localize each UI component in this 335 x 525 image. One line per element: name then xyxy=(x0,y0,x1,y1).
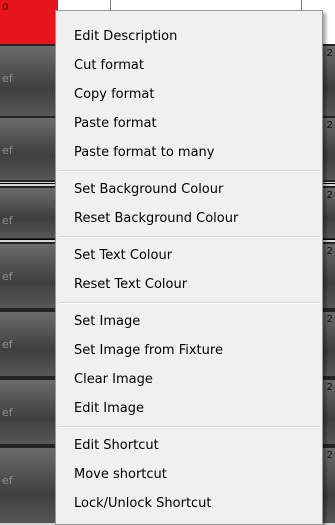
row-number: 2 xyxy=(326,314,333,325)
context-menu-list: Edit Description Cut format Copy format Pas… xyxy=(56,22,322,518)
menu-item-cut-format[interactable]: Cut format xyxy=(56,51,322,80)
cell-text-fragment: ef xyxy=(2,406,13,419)
cell-text-fragment: ef xyxy=(2,72,13,85)
menu-item-set-image[interactable]: Set Image xyxy=(56,307,322,336)
menu-item-edit-description[interactable]: Edit Description xyxy=(56,22,322,51)
cell-text-fragment: ef xyxy=(2,270,13,283)
context-menu: Edit Description Cut format Copy format Pas… xyxy=(55,10,323,525)
menu-item-reset-background-colour[interactable]: Reset Background Colour xyxy=(56,204,322,233)
tab-marker: 0 xyxy=(2,2,9,13)
menu-item-set-text-colour[interactable]: Set Text Colour xyxy=(56,241,322,270)
row-number: 2 xyxy=(326,120,333,131)
menu-separator xyxy=(58,170,320,172)
cell-text-fragment: ef xyxy=(2,474,13,487)
cell-text-fragment: ef xyxy=(2,144,13,157)
cell-text-fragment: ef xyxy=(2,338,13,351)
menu-item-copy-format[interactable]: Copy format xyxy=(56,80,322,109)
cell-text-fragment: ef xyxy=(2,214,13,227)
menu-item-paste-format-to-many[interactable]: Paste format to many xyxy=(56,138,322,167)
menu-item-reset-text-colour[interactable]: Reset Text Colour xyxy=(56,270,322,299)
menu-separator xyxy=(58,236,320,238)
menu-item-set-image-from-fixture[interactable]: Set Image from Fixture xyxy=(56,336,322,365)
menu-item-paste-format[interactable]: Paste format xyxy=(56,109,322,138)
row-number: 2 xyxy=(326,190,333,201)
selected-tab-red[interactable]: 0 xyxy=(0,0,58,44)
row-number: 2 xyxy=(326,382,333,393)
row-number: 2 xyxy=(326,48,333,59)
row-number: 2 xyxy=(326,450,333,461)
menu-separator xyxy=(58,426,320,428)
row-number: 2 xyxy=(326,246,333,257)
menu-item-set-background-colour[interactable]: Set Background Colour xyxy=(56,175,322,204)
menu-item-clear-image[interactable]: Clear Image xyxy=(56,365,322,394)
menu-item-edit-image[interactable]: Edit Image xyxy=(56,394,322,423)
menu-item-lock-unlock-shortcut[interactable]: Lock/Unlock Shortcut xyxy=(56,489,322,518)
menu-item-move-shortcut[interactable]: Move shortcut xyxy=(56,460,322,489)
menu-item-edit-shortcut[interactable]: Edit Shortcut xyxy=(56,431,322,460)
menu-separator xyxy=(58,302,320,304)
